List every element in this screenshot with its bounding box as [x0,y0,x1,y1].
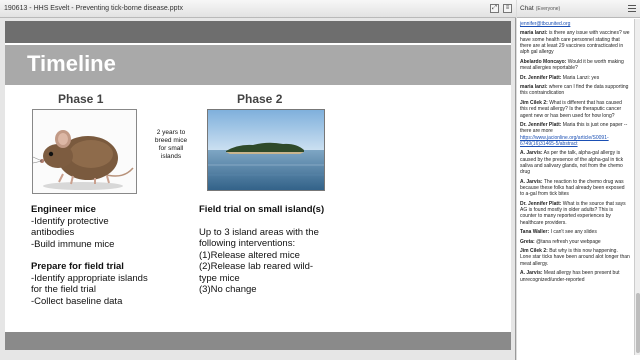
message-author: Greta: [520,238,535,245]
chat-message: maria lanzi: where can I find the data s… [520,84,630,97]
chat-message: A. Jarvis: Meat allergy has been present… [520,270,630,283]
prepare-field-trial-heading: Prepare for field trial [31,261,124,272]
phase2-line: (2)Release lab reared wild- [199,261,314,272]
years-line-3: for small [158,145,184,152]
chat-message: Abelardo Moncayo: Would it be worth maki… [520,59,630,72]
message-author: Jim Cilek 2: [520,248,548,255]
fullscreen-icon[interactable]: ⤢ [490,4,499,13]
message-author: Dr. Jennifer Platt: [520,74,562,81]
phase1-line: -Build immune mice [31,238,115,250]
breeding-duration-note: 2 years to breed mice for small islands [145,129,197,161]
chat-message: A. Jarvis: The reaction to the chemo dru… [520,179,630,198]
phase1-line: antibodies [31,227,75,238]
message-text: @tana refresh your webpage [536,238,601,245]
chat-scrollbar[interactable] [634,19,640,355]
message-author: Abelardo Moncayo: [520,58,567,65]
slide: Timeline Phase 1 Phase 2 2 years to bree… [5,21,511,350]
slide-top-band [5,21,511,43]
message-author: A. Jarvis: [520,178,543,185]
meeting-window: 190613 - HHS Esvelt - Preventing tick-bo… [0,0,640,360]
phase2-line: Up to 3 island areas with the [199,226,319,238]
phase2-line: (3)No change [199,284,257,295]
chat-message: A. Jarvis: As per the talk, alpha-gal al… [520,150,630,175]
chat-messages[interactable]: jennifer@tbcunited.org maria lanzi: is t… [517,19,633,355]
presentation-pod: 190613 - HHS Esvelt - Preventing tick-bo… [0,0,516,360]
chat-message: Dr. Jennifer Platt: What is the source t… [520,201,630,226]
phase1-line: -Identify appropriate islands [31,272,148,284]
phase2-line: following interventions: [199,238,296,249]
message-author: Dr. Jennifer Platt: [520,121,562,128]
chat-link[interactable]: jennifer@tbcunited.org [520,21,570,27]
message-author: maria lanzi: [520,30,548,37]
field-trial-heading: Field trial on small island(s) [199,204,325,215]
pod-menu-icon[interactable]: ≡ [503,4,512,13]
chat-link[interactable]: https://www.jacionline.org/article/S0091… [520,135,609,147]
chat-header: Chat (Everyone) [517,0,640,18]
phase1-line: for the field trial [31,284,96,295]
mouse-image [32,109,137,194]
message-text: I can't see any slides [550,229,597,236]
chat-message: Greta: @tana refresh your webpage [520,239,630,245]
phase2-line: (1)Release altered mice [199,249,300,261]
chat-message: maria lanzi: is there any issue with vac… [520,30,630,55]
message-author: Jim Cilek 2: [520,99,548,106]
phase1-heading: Phase 1 [58,92,104,106]
phase2-text-column: Field trial on small island(s) Up to 3 i… [199,204,339,296]
message-author: A. Jarvis: [520,270,543,277]
message-author: maria lanzi: [520,84,548,91]
chat-audience: (Everyone) [535,5,561,12]
phase1-line: -Identify protective [31,215,109,227]
message-author: A. Jarvis: [520,150,543,157]
island-image [207,109,325,191]
chat-message: Jim Cilek 2: But why is this now happeni… [520,248,630,267]
chat-message: Dr. Jennifer Platt: Maria Lanzi: yes [520,75,630,81]
phase2-line: type mice [199,272,240,284]
chat-scroll-thumb[interactable] [636,293,640,353]
phase1-line: -Collect baseline data [31,295,123,307]
pod-title: 190613 - HHS Esvelt - Preventing tick-bo… [4,5,183,12]
chat-message: Dr. Jennifer Platt: Maria this is just o… [520,122,630,147]
years-line-4: islands [160,153,182,160]
slide-bottom-band [5,332,511,350]
message-author: Tana Waller: [520,229,550,236]
engineer-mice-heading: Engineer mice [31,204,96,215]
chat-message: Jim Cilek 2: What is different that has … [520,100,630,119]
chat-title: Chat [520,5,534,12]
phase2-heading: Phase 2 [237,92,283,106]
chat-pod: Chat (Everyone) jennifer@tbcunited.org m… [517,0,640,360]
slide-title: Timeline [27,51,116,76]
years-line-1: 2 years to [156,129,186,136]
phase1-text-column: Engineer mice -Identify protective antib… [31,204,181,307]
years-line-2: breed mice [154,137,188,144]
pod-title-bar: 190613 - HHS Esvelt - Preventing tick-bo… [0,0,516,18]
chat-message: Tana Waller: I can't see any slides [520,229,630,235]
message-author: Dr. Jennifer Platt: [520,200,562,207]
message-text: Maria Lanzi: yes [562,74,600,81]
chat-menu-icon[interactable] [628,5,636,12]
